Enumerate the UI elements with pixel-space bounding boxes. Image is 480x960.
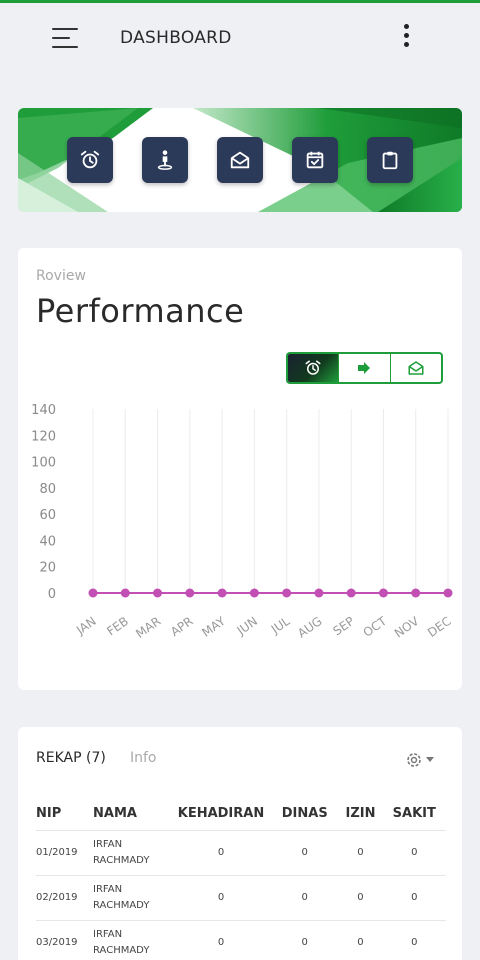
data-point xyxy=(346,588,356,598)
data-point xyxy=(120,588,130,598)
toggle-out[interactable] xyxy=(339,354,391,382)
y-tick-label: 40 xyxy=(39,534,56,549)
x-tick-label: JUN xyxy=(234,614,260,638)
performance-subtitle: Roview xyxy=(36,268,86,284)
cell-kehadiran: 0 xyxy=(171,920,271,960)
data-point xyxy=(185,588,195,598)
cell-nama: IRFAN RACHMADY xyxy=(93,830,171,876)
envelope-open-icon xyxy=(408,361,424,375)
cell-dinas: 0 xyxy=(271,875,339,921)
page-title: DASHBOARD xyxy=(120,28,232,48)
x-tick-label: OCT xyxy=(361,614,390,640)
alarm-clock-icon xyxy=(305,360,321,375)
x-tick-label: APR xyxy=(168,614,196,639)
table-row[interactable]: 02/2019 IRFAN RACHMADY 0 0 0 0 xyxy=(36,875,446,921)
toggle-mail[interactable] xyxy=(391,354,441,382)
y-tick-label: 0 xyxy=(48,587,56,602)
x-tick-label: JAN xyxy=(73,614,99,638)
nama-last: RACHMADY xyxy=(93,854,150,866)
nama-last: RACHMADY xyxy=(93,944,150,956)
cell-izin: 0 xyxy=(338,830,383,876)
x-tick-label: JUL xyxy=(268,614,293,637)
data-point xyxy=(88,588,98,598)
toggle-attendance[interactable] xyxy=(288,354,340,382)
cell-sakit: 0 xyxy=(382,830,446,876)
performance-chart: 140 120 100 80 60 40 20 0 JAN FEB MAR APR MAY JUN JUL A… xyxy=(31,403,454,641)
performance-title: Performance xyxy=(36,292,245,330)
col-kehadiran: KEHADIRAN xyxy=(171,797,271,831)
cell-izin: 0 xyxy=(338,920,383,960)
col-nip: NIP xyxy=(36,797,93,831)
data-point xyxy=(282,588,292,598)
data-point xyxy=(443,588,453,598)
col-dinas: DINAS xyxy=(271,797,339,831)
cell-dinas: 0 xyxy=(271,830,339,876)
calendar-button[interactable] xyxy=(292,137,338,183)
nama-first: IRFAN xyxy=(93,838,123,850)
menu-icon[interactable] xyxy=(52,26,80,50)
col-izin: IZIN xyxy=(338,797,383,831)
y-tick-label: 20 xyxy=(39,561,56,576)
cell-nama: IRFAN RACHMADY xyxy=(93,875,171,921)
x-tick-label: SEP xyxy=(330,614,356,638)
x-tick-label: MAR xyxy=(133,614,163,641)
nama-last: RACHMADY xyxy=(93,899,150,911)
x-tick-label: FEB xyxy=(104,614,131,638)
cell-nama: IRFAN RACHMADY xyxy=(93,920,171,960)
clipboard-icon xyxy=(382,151,398,170)
col-nama: NAMA xyxy=(93,797,171,831)
data-point xyxy=(153,588,163,598)
calendar-check-icon xyxy=(306,151,324,169)
nama-first: IRFAN xyxy=(93,883,123,895)
location-button[interactable] xyxy=(142,137,188,183)
more-options-icon[interactable] xyxy=(400,23,414,49)
y-tick-label: 60 xyxy=(39,508,56,523)
table-row[interactable]: 03/2019 IRFAN RACHMADY 0 0 0 0 xyxy=(36,920,446,960)
mail-button[interactable] xyxy=(217,137,263,183)
data-point xyxy=(217,588,227,598)
cell-sakit: 0 xyxy=(382,920,446,960)
performance-card: Roview Performance 140 120 100 80 60 40 20 0 JAN… xyxy=(18,248,462,690)
x-tick-label: MAY xyxy=(199,614,228,640)
y-tick-label: 100 xyxy=(31,456,56,471)
settings-dropdown[interactable] xyxy=(403,749,439,771)
cell-kehadiran: 0 xyxy=(171,830,271,876)
tab-rekap[interactable]: REKAP (7) xyxy=(36,750,106,766)
table-row[interactable]: 01/2019 IRFAN RACHMADY 0 0 0 0 xyxy=(36,830,446,876)
table-header-row: NIP NAMA KEHADIRAN DINAS IZIN SAKIT xyxy=(36,797,446,831)
data-point xyxy=(249,588,259,598)
data-point xyxy=(314,588,324,598)
chart-filter-toggle xyxy=(286,352,443,384)
cell-nip: 02/2019 xyxy=(36,875,93,921)
quick-actions-banner xyxy=(18,108,462,212)
cell-dinas: 0 xyxy=(271,920,339,960)
chevron-down-icon xyxy=(426,757,434,762)
nama-first: IRFAN xyxy=(93,928,123,940)
gear-icon xyxy=(407,753,421,767)
rekap-card: REKAP (7) Info NIP NAMA KEHADIRAN DINAS … xyxy=(18,727,462,960)
x-tick-label: AUG xyxy=(295,614,325,641)
clipboard-button[interactable] xyxy=(367,137,413,183)
y-tick-label: 80 xyxy=(39,482,56,497)
person-location-icon xyxy=(157,150,173,170)
data-point xyxy=(378,588,388,598)
col-sakit: SAKIT xyxy=(382,797,446,831)
rekap-table: NIP NAMA KEHADIRAN DINAS IZIN SAKIT 01/2… xyxy=(36,797,446,960)
y-tick-label: 140 xyxy=(31,403,56,418)
x-tick-label: NOV xyxy=(392,614,422,641)
cell-sakit: 0 xyxy=(382,875,446,921)
envelope-open-icon xyxy=(230,151,250,169)
alarm-clock-icon xyxy=(80,150,100,169)
cell-nip: 01/2019 xyxy=(36,830,93,876)
data-point xyxy=(411,588,421,598)
attendance-button[interactable] xyxy=(67,137,113,183)
cell-kehadiran: 0 xyxy=(171,875,271,921)
cell-izin: 0 xyxy=(338,875,383,921)
sign-out-icon xyxy=(358,362,371,374)
x-tick-label: DEC xyxy=(425,614,454,640)
tab-info[interactable]: Info xyxy=(130,750,157,766)
cell-nip: 03/2019 xyxy=(36,920,93,960)
app-header: DASHBOARD xyxy=(0,3,480,73)
y-tick-label: 120 xyxy=(31,429,56,444)
